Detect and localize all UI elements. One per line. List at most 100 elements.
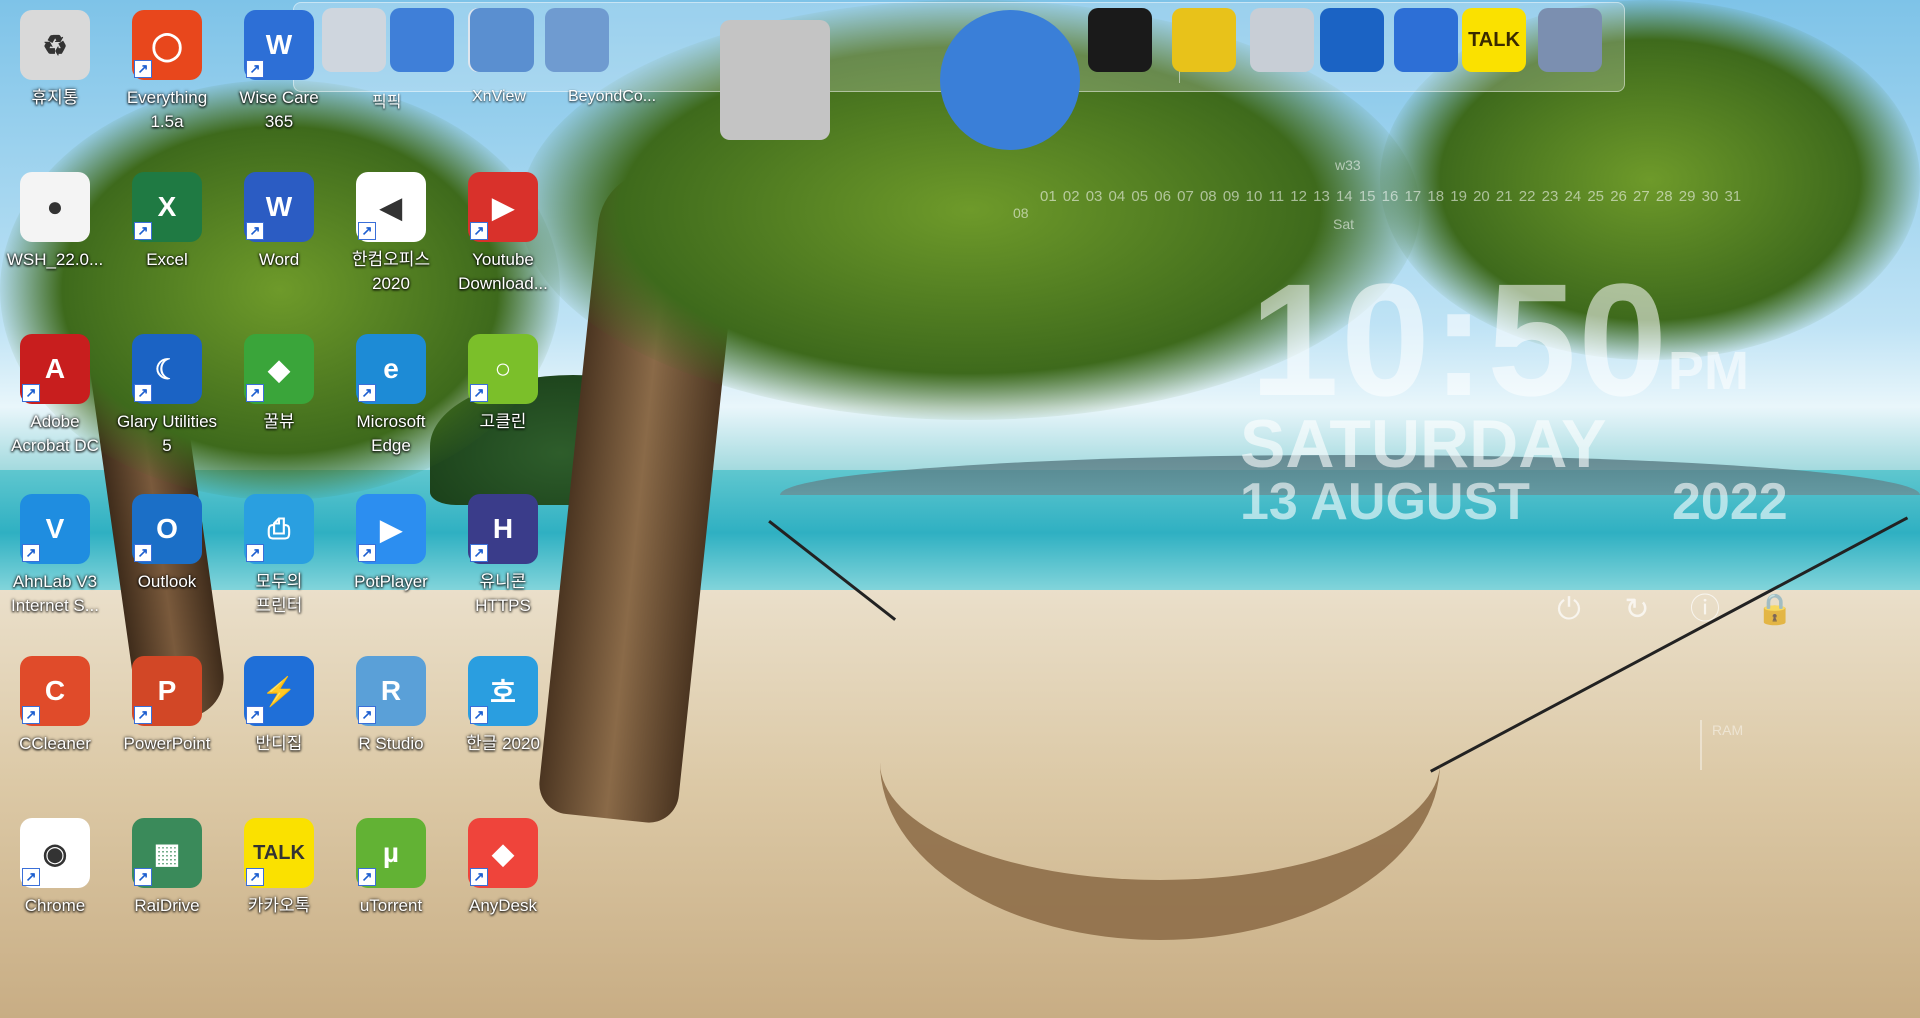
desktop-icon-18[interactable]: H ↗ 유니콘 HTTPS bbox=[448, 494, 558, 618]
desktop-icon-label: Outlook bbox=[137, 572, 197, 591]
hibernate-icon[interactable]: ⓘ bbox=[1688, 593, 1722, 627]
shortcut-arrow-icon: ↗ bbox=[358, 222, 376, 240]
desktop-icon-15[interactable]: O ↗ Outlook bbox=[112, 494, 222, 594]
system-meter-divider bbox=[1700, 720, 1702, 770]
desktop-icon-label: AhnLab V3 Internet S... bbox=[11, 572, 99, 615]
dock-r-recorder-icon[interactable] bbox=[1538, 8, 1602, 72]
desktop-icon-7[interactable]: ◀ ↗ 한컴오피스 2020 bbox=[336, 172, 446, 296]
dock-internet-explorer-icon[interactable] bbox=[390, 8, 454, 72]
desktop-icon-label: Glary Utilities 5 bbox=[116, 412, 218, 455]
app-icon: ◯ ↗ bbox=[132, 10, 202, 80]
desktop-icon-label: CCleaner bbox=[19, 734, 91, 753]
desktop-icon-label: 모두의 프린터 bbox=[255, 572, 303, 615]
dock-wrench-tool-icon[interactable] bbox=[1172, 8, 1236, 72]
desktop-icon-label: Excel bbox=[146, 250, 188, 269]
desktop-icon-label: 꿀뷰 bbox=[263, 412, 295, 431]
shortcut-arrow-icon: ↗ bbox=[246, 544, 264, 562]
desktop-icon-11[interactable]: ◆ ↗ 꿀뷰 bbox=[224, 334, 334, 434]
shortcut-arrow-icon: ↗ bbox=[470, 222, 488, 240]
dock-beyond-compare-icon[interactable] bbox=[545, 8, 609, 72]
dock-recycle-bin-icon[interactable] bbox=[1250, 8, 1314, 72]
desktop-icon-label: 카카오톡 bbox=[247, 896, 311, 915]
desktop-icon-label: PotPlayer bbox=[354, 572, 428, 591]
desktop-icon-23[interactable]: 호 ↗ 한글 2020 bbox=[448, 656, 558, 756]
dock-globe-plane-icon[interactable] bbox=[940, 10, 1080, 150]
dock-tshirt-icon[interactable] bbox=[1088, 8, 1152, 72]
app-icon: A ↗ bbox=[20, 334, 90, 404]
ram-label: RAM bbox=[1712, 722, 1744, 738]
desktop-icon-1[interactable]: ♻ 휴지통 bbox=[0, 10, 110, 110]
dock-label-beyond-compare: BeyondCo... bbox=[568, 88, 657, 105]
app-icon: 호 ↗ bbox=[468, 656, 538, 726]
shortcut-arrow-icon: ↗ bbox=[358, 706, 376, 724]
desktop-icon-8[interactable]: ▶ ↗ Youtube Download... bbox=[448, 172, 558, 296]
app-icon: ▦ ↗ bbox=[132, 818, 202, 888]
shortcut-arrow-icon: ↗ bbox=[470, 868, 488, 886]
app-icon: ○ ↗ bbox=[468, 334, 538, 404]
desktop-icon-22[interactable]: R ↗ R Studio bbox=[336, 656, 446, 756]
desktop-icon-2[interactable]: ◯ ↗ Everything 1.5a bbox=[112, 10, 222, 134]
shortcut-arrow-icon: ↗ bbox=[134, 544, 152, 562]
desktop-icon-26[interactable]: TALK ↗ 카카오톡 bbox=[224, 818, 334, 918]
shortcut-arrow-icon: ↗ bbox=[134, 60, 152, 78]
desktop-icon-24[interactable]: ◉ ↗ Chrome bbox=[0, 818, 110, 918]
desktop-icon-label: Adobe Acrobat DC bbox=[11, 412, 99, 455]
desktop-icon-28[interactable]: ◆ ↗ AnyDesk bbox=[448, 818, 558, 918]
desktop-icon-12[interactable]: e ↗ Microsoft Edge bbox=[336, 334, 446, 458]
app-icon: W ↗ bbox=[244, 10, 314, 80]
dock-kakaotalk-icon[interactable]: TALK bbox=[1462, 8, 1526, 72]
power-icon[interactable]: ⏻ bbox=[1552, 593, 1586, 627]
shortcut-arrow-icon: ↗ bbox=[358, 868, 376, 886]
desktop-icon-label: uTorrent bbox=[359, 896, 423, 915]
shortcut-arrow-icon: ↗ bbox=[22, 868, 40, 886]
shortcut-arrow-icon: ↗ bbox=[22, 384, 40, 402]
desktop-icon-label: Youtube Download... bbox=[458, 250, 548, 293]
app-icon: ◉ ↗ bbox=[20, 818, 90, 888]
desktop-icon-label: Microsoft Edge bbox=[356, 412, 426, 455]
desktop-icon-label: Wise Care 365 bbox=[239, 88, 319, 131]
desktop-icon-27[interactable]: µ ↗ uTorrent bbox=[336, 818, 446, 918]
shortcut-arrow-icon: ↗ bbox=[358, 384, 376, 402]
desktop-icon-label: WSH_22.0... bbox=[6, 250, 104, 269]
calendar-days: 01 02 03 04 05 06 07 08 09 10 11 12 13 1… bbox=[1040, 188, 1742, 205]
desktop-icon-14[interactable]: V ↗ AhnLab V3 Internet S... bbox=[0, 494, 110, 618]
desktop-icon-10[interactable]: ☾ ↗ Glary Utilities 5 bbox=[112, 334, 222, 458]
desktop-icon-9[interactable]: A ↗ Adobe Acrobat DC bbox=[0, 334, 110, 458]
clock-year: 2022 bbox=[1672, 473, 1788, 531]
dock-xnview-icon[interactable] bbox=[470, 8, 534, 72]
lock-icon[interactable]: 🔒 bbox=[1756, 593, 1793, 627]
shortcut-arrow-icon: ↗ bbox=[246, 868, 264, 886]
app-icon: TALK ↗ bbox=[244, 818, 314, 888]
desktop-icon-label: 한글 2020 bbox=[466, 734, 540, 753]
desktop-icon-17[interactable]: ▶ ↗ PotPlayer bbox=[336, 494, 446, 594]
dock-wise-care-icon[interactable] bbox=[1394, 8, 1458, 72]
desktop-icon-13[interactable]: ○ ↗ 고클린 bbox=[448, 334, 558, 434]
calendar-month: 08 bbox=[1013, 205, 1029, 221]
dock-glary-icon[interactable] bbox=[1320, 8, 1384, 72]
restart-icon[interactable]: ↻ bbox=[1620, 593, 1654, 627]
shortcut-arrow-icon: ↗ bbox=[246, 706, 264, 724]
desktop-icon-20[interactable]: P ↗ PowerPoint bbox=[112, 656, 222, 756]
app-icon: C ↗ bbox=[20, 656, 90, 726]
shortcut-arrow-icon: ↗ bbox=[134, 868, 152, 886]
shortcut-arrow-icon: ↗ bbox=[246, 384, 264, 402]
dock-label-picpick: 픽픽 bbox=[372, 94, 402, 111]
desktop-icon-6[interactable]: W ↗ Word bbox=[224, 172, 334, 272]
desktop-icon-19[interactable]: C ↗ CCleaner bbox=[0, 656, 110, 756]
app-icon: ▶ ↗ bbox=[356, 494, 426, 564]
shortcut-arrow-icon: ↗ bbox=[470, 384, 488, 402]
shortcut-arrow-icon: ↗ bbox=[134, 384, 152, 402]
desktop-icon-16[interactable]: ⎙ ↗ 모두의 프린터 bbox=[224, 494, 334, 618]
desktop-icon-21[interactable]: ⚡ ↗ 반디집 bbox=[224, 656, 334, 756]
desktop-icon-label: Word bbox=[258, 250, 300, 269]
desktop-icon-3[interactable]: W ↗ Wise Care 365 bbox=[224, 10, 334, 134]
calendar-week: w33 bbox=[1335, 157, 1361, 173]
desktop-icon-label: R Studio bbox=[358, 734, 424, 753]
desktop-icon-5[interactable]: X ↗ Excel bbox=[112, 172, 222, 272]
desktop-icon-4[interactable]: ● WSH_22.0... bbox=[0, 172, 110, 272]
app-icon: H ↗ bbox=[468, 494, 538, 564]
app-icon: ♻ bbox=[20, 10, 90, 80]
shortcut-arrow-icon: ↗ bbox=[22, 544, 40, 562]
dock-settings-tools-icon[interactable] bbox=[720, 20, 830, 140]
desktop-icon-25[interactable]: ▦ ↗ RaiDrive bbox=[112, 818, 222, 918]
